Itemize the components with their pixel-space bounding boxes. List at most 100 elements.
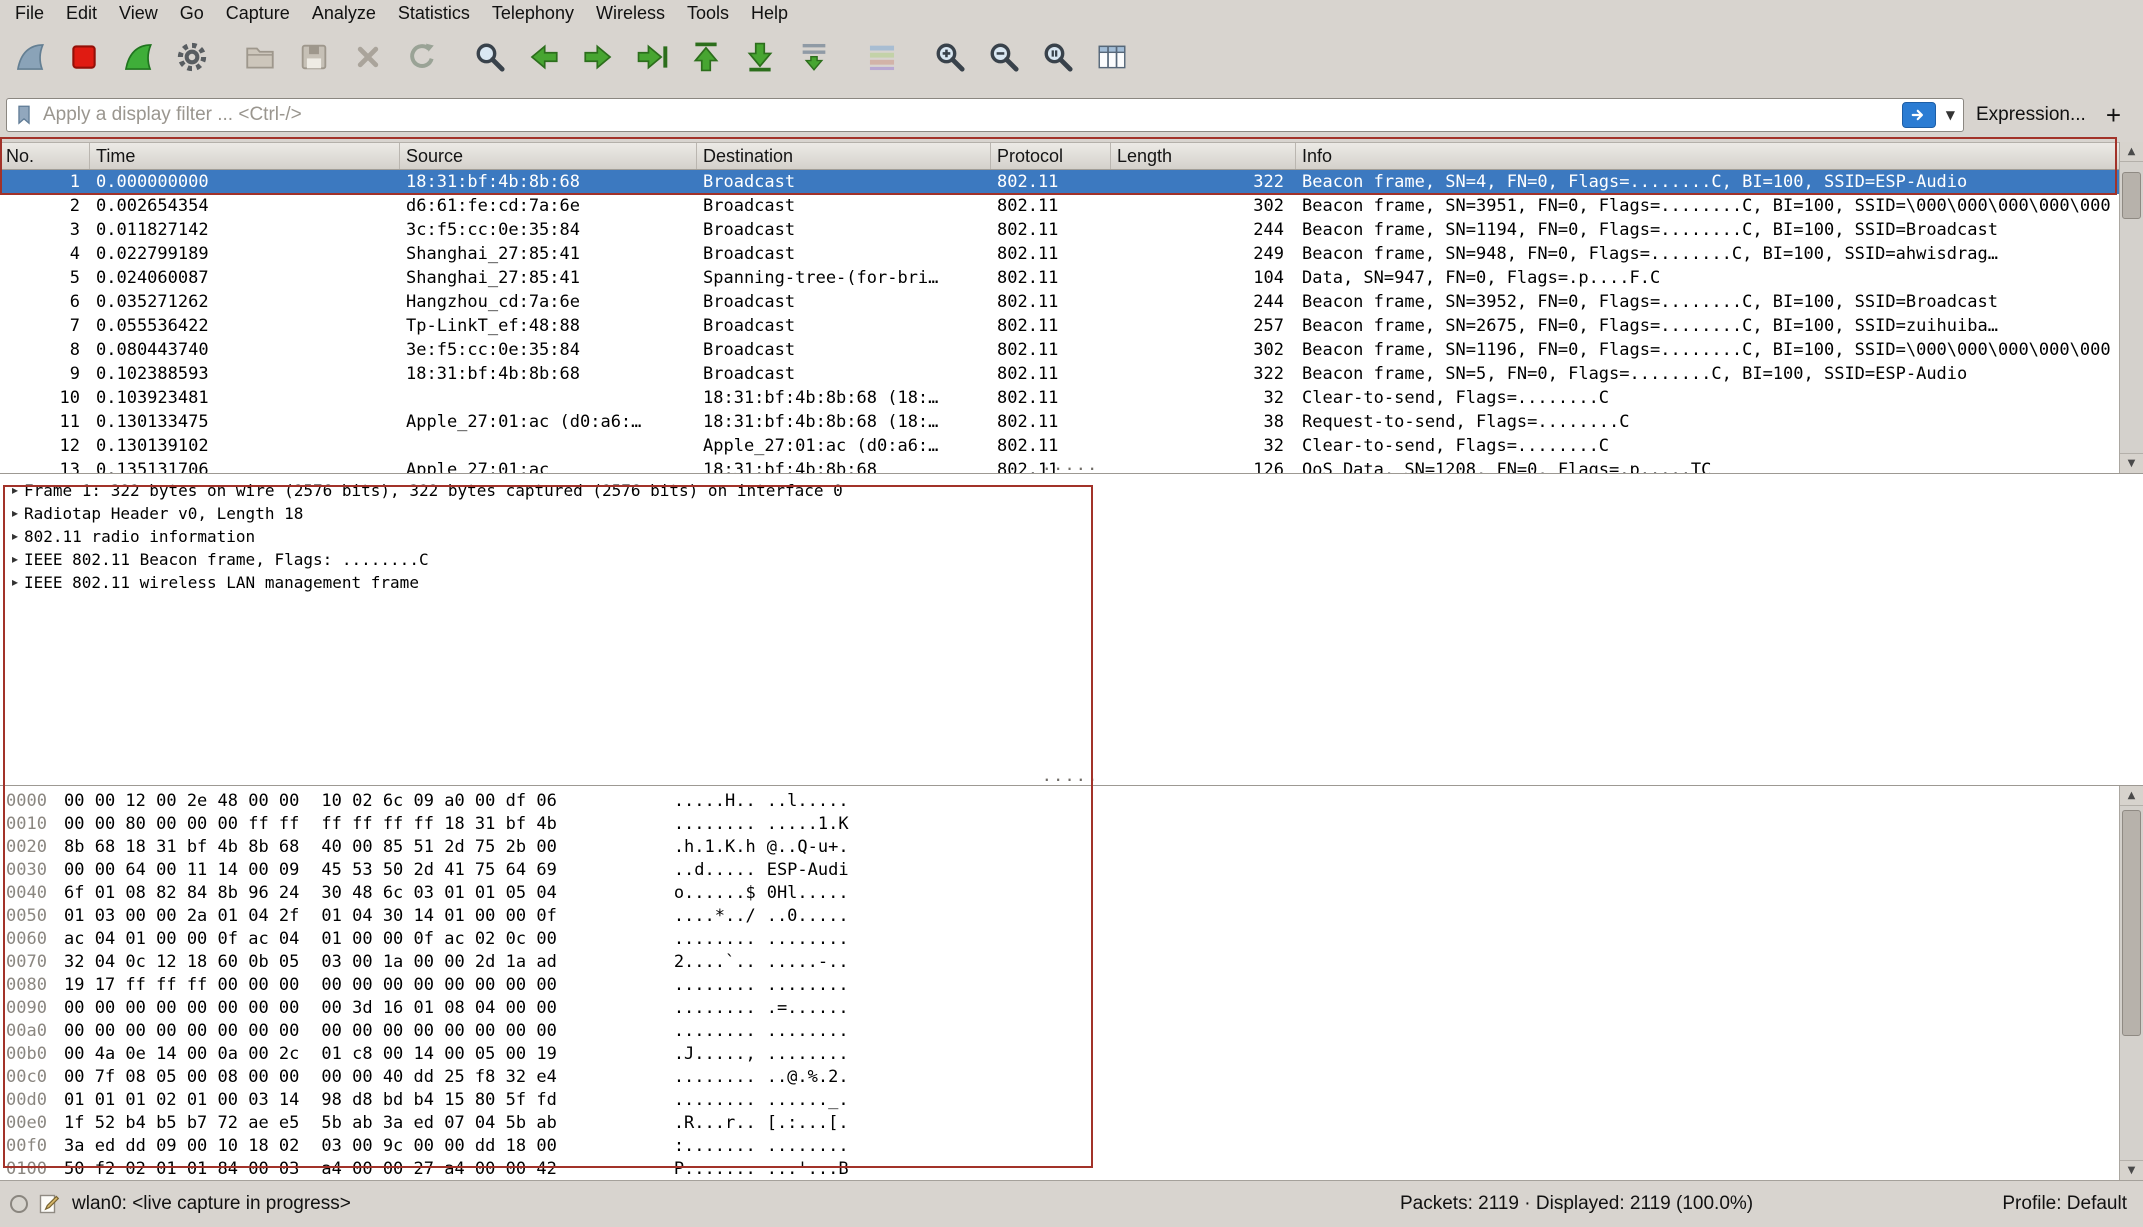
detail-line[interactable]: ▸802.11 radio information xyxy=(0,525,2143,548)
expander-icon[interactable]: ▸ xyxy=(6,548,24,571)
column-header-no[interactable]: No. xyxy=(0,143,90,169)
hex-row[interactable]: 00a000 00 00 00 00 00 00 0000 00 00 00 0… xyxy=(0,1020,2143,1043)
scroll-up-arrow-icon[interactable]: ▲ xyxy=(2120,786,2143,806)
packet-row[interactable]: 100.10392348118:31:bf:4b:8b:68 (18:…802.… xyxy=(0,386,2119,410)
hex-scrollbar-thumb[interactable] xyxy=(2122,810,2141,1036)
detail-hex-splitter-handle[interactable]: ····· xyxy=(1043,775,1100,785)
capture-comment-button[interactable] xyxy=(38,1192,62,1216)
go-to-bottom-button[interactable] xyxy=(736,34,784,80)
hex-row[interactable]: 008019 17 ff ff ff 00 00 0000 00 00 00 0… xyxy=(0,974,2143,997)
stop-capture-button[interactable] xyxy=(60,34,108,80)
hex-scrollbar[interactable]: ▲ ▼ xyxy=(2119,786,2143,1180)
shark-fin-icon xyxy=(13,40,47,74)
packet-row[interactable]: 110.130133475Apple_27:01:ac (d0:a6:…18:3… xyxy=(0,410,2119,434)
save-file-button[interactable] xyxy=(290,34,338,80)
menu-analyze[interactable]: Analyze xyxy=(301,1,387,26)
scroll-down-arrow-icon[interactable]: ▼ xyxy=(2120,453,2143,473)
detail-line[interactable]: ▸Radiotap Header v0, Length 18 xyxy=(0,502,2143,525)
expander-icon[interactable]: ▸ xyxy=(6,479,24,502)
go-back-button[interactable] xyxy=(520,34,568,80)
menu-capture[interactable]: Capture xyxy=(215,1,301,26)
display-filter-input[interactable] xyxy=(43,104,1894,126)
filter-history-dropdown-icon[interactable]: ▼ xyxy=(1944,108,1957,122)
hex-row[interactable]: 00c000 7f 08 05 00 08 00 0000 00 40 dd 2… xyxy=(0,1066,2143,1089)
packet-row[interactable]: 70.055536422Tp-LinkT_ef:48:88Broadcast80… xyxy=(0,314,2119,338)
start-capture-button[interactable] xyxy=(6,34,54,80)
detail-line[interactable]: ▸IEEE 802.11 Beacon frame, Flags: ......… xyxy=(0,548,2143,571)
hex-row[interactable]: 001000 00 80 00 00 00 ff ffff ff ff ff 1… xyxy=(0,813,2143,836)
detail-line[interactable]: ▸IEEE 802.11 wireless LAN management fra… xyxy=(0,571,2143,594)
go-to-packet-button[interactable] xyxy=(628,34,676,80)
menu-wireless[interactable]: Wireless xyxy=(585,1,676,26)
colorize-button[interactable] xyxy=(858,34,906,80)
scroll-up-arrow-icon[interactable]: ▲ xyxy=(2120,142,2143,162)
expander-icon[interactable]: ▸ xyxy=(6,571,24,594)
packet-list-header: No.TimeSourceDestinationProtocolLengthIn… xyxy=(0,142,2143,170)
display-filter-field[interactable]: ▼ xyxy=(6,98,1964,132)
packet-row[interactable]: 90.10238859318:31:bf:4b:8b:68Broadcast80… xyxy=(0,362,2119,386)
expression-button[interactable]: Expression... xyxy=(1976,104,2086,126)
packet-row[interactable]: 30.0118271423c:f5:cc:0e:35:84Broadcast80… xyxy=(0,218,2119,242)
menu-telephony[interactable]: Telephony xyxy=(481,1,585,26)
zoom-reset-button[interactable] xyxy=(1034,34,1082,80)
column-header-time[interactable]: Time xyxy=(90,143,400,169)
packet-row[interactable]: 60.035271262Hangzhou_cd:7a:6eBroadcast80… xyxy=(0,290,2119,314)
hex-row[interactable]: 009000 00 00 00 00 00 00 0000 3d 16 01 0… xyxy=(0,997,2143,1020)
menu-statistics[interactable]: Statistics xyxy=(387,1,481,26)
menu-tools[interactable]: Tools xyxy=(676,1,740,26)
column-header-source[interactable]: Source xyxy=(400,143,697,169)
zoom-out-button[interactable] xyxy=(980,34,1028,80)
hex-row[interactable]: 00208b 68 18 31 bf 4b 8b 6840 00 85 51 2… xyxy=(0,836,2143,859)
hex-bytes: 00 00 12 00 2e 48 00 00 xyxy=(64,790,299,813)
expander-icon[interactable]: ▸ xyxy=(6,502,24,525)
column-header-len[interactable]: Length xyxy=(1111,143,1296,169)
packet-row[interactable]: 40.022799189Shanghai_27:85:41Broadcast80… xyxy=(0,242,2119,266)
packet-list-scrollbar-thumb[interactable] xyxy=(2122,172,2141,219)
packet-row[interactable]: 50.024060087Shanghai_27:85:41Spanning-tr… xyxy=(0,266,2119,290)
open-file-button[interactable] xyxy=(236,34,284,80)
packet-row[interactable]: 10.00000000018:31:bf:4b:8b:68Broadcast80… xyxy=(0,170,2119,194)
hex-row[interactable]: 003000 00 64 00 11 14 00 0945 53 50 2d 4… xyxy=(0,859,2143,882)
filter-bookmark-icon[interactable] xyxy=(13,104,35,126)
hex-row[interactable]: 0060ac 04 01 00 00 0f ac 0401 00 00 0f a… xyxy=(0,928,2143,951)
hex-row[interactable]: 007032 04 0c 12 18 60 0b 0503 00 1a 00 0… xyxy=(0,951,2143,974)
auto-scroll-button[interactable] xyxy=(790,34,838,80)
reload-file-button[interactable] xyxy=(398,34,446,80)
hex-row[interactable]: 00406f 01 08 82 84 8b 96 2430 48 6c 03 0… xyxy=(0,882,2143,905)
menu-view[interactable]: View xyxy=(108,1,169,26)
packet-cell-dest: 18:31:bf:4b:8b:68 (18:… xyxy=(697,410,991,434)
expert-info-button[interactable] xyxy=(10,1195,28,1213)
expander-icon[interactable]: ▸ xyxy=(6,525,24,548)
restart-capture-button[interactable] xyxy=(114,34,162,80)
list-detail-splitter-handle[interactable]: ····· xyxy=(1043,464,1100,474)
packet-row[interactable]: 20.002654354d6:61:fe:cd:7a:6eBroadcast80… xyxy=(0,194,2119,218)
find-packet-button[interactable] xyxy=(466,34,514,80)
column-header-proto[interactable]: Protocol xyxy=(991,143,1111,169)
packet-row[interactable]: 80.0804437403e:f5:cc:0e:35:84Broadcast80… xyxy=(0,338,2119,362)
column-header-dest[interactable]: Destination xyxy=(697,143,991,169)
add-filter-button[interactable]: + xyxy=(2098,100,2129,131)
go-forward-button[interactable] xyxy=(574,34,622,80)
column-header-info[interactable]: Info xyxy=(1296,143,2143,169)
go-to-top-button[interactable] xyxy=(682,34,730,80)
menu-help[interactable]: Help xyxy=(740,1,799,26)
resize-columns-button[interactable] xyxy=(1088,34,1136,80)
close-file-button[interactable] xyxy=(344,34,392,80)
menu-edit[interactable]: Edit xyxy=(55,1,108,26)
scroll-down-arrow-icon[interactable]: ▼ xyxy=(2120,1160,2143,1180)
hex-row[interactable]: 000000 00 12 00 2e 48 00 0010 02 6c 09 a… xyxy=(0,790,2143,813)
capture-options-button[interactable] xyxy=(168,34,216,80)
hex-row[interactable]: 00e01f 52 b4 b5 b7 72 ae e55b ab 3a ed 0… xyxy=(0,1112,2143,1135)
hex-row[interactable]: 00f03a ed dd 09 00 10 18 0203 00 9c 00 0… xyxy=(0,1135,2143,1158)
hex-row[interactable]: 00d001 01 01 02 01 00 03 1498 d8 bd b4 1… xyxy=(0,1089,2143,1112)
apply-filter-button[interactable] xyxy=(1902,102,1936,128)
zoom-in-button[interactable] xyxy=(926,34,974,80)
hex-row[interactable]: 005001 03 00 00 2a 01 04 2f01 04 30 14 0… xyxy=(0,905,2143,928)
hex-row[interactable]: 010050 f2 02 01 01 84 00 03a4 00 00 27 a… xyxy=(0,1158,2143,1181)
menu-file[interactable]: File xyxy=(4,1,55,26)
detail-line[interactable]: ▸Frame 1: 322 bytes on wire (2576 bits),… xyxy=(0,479,2143,502)
profile-button[interactable]: Profile: Default xyxy=(2002,1193,2127,1215)
packet-list-scrollbar[interactable]: ▲ ▼ xyxy=(2119,142,2143,473)
hex-row[interactable]: 00b000 4a 0e 14 00 0a 00 2c01 c8 00 14 0… xyxy=(0,1043,2143,1066)
menu-go[interactable]: Go xyxy=(169,1,215,26)
